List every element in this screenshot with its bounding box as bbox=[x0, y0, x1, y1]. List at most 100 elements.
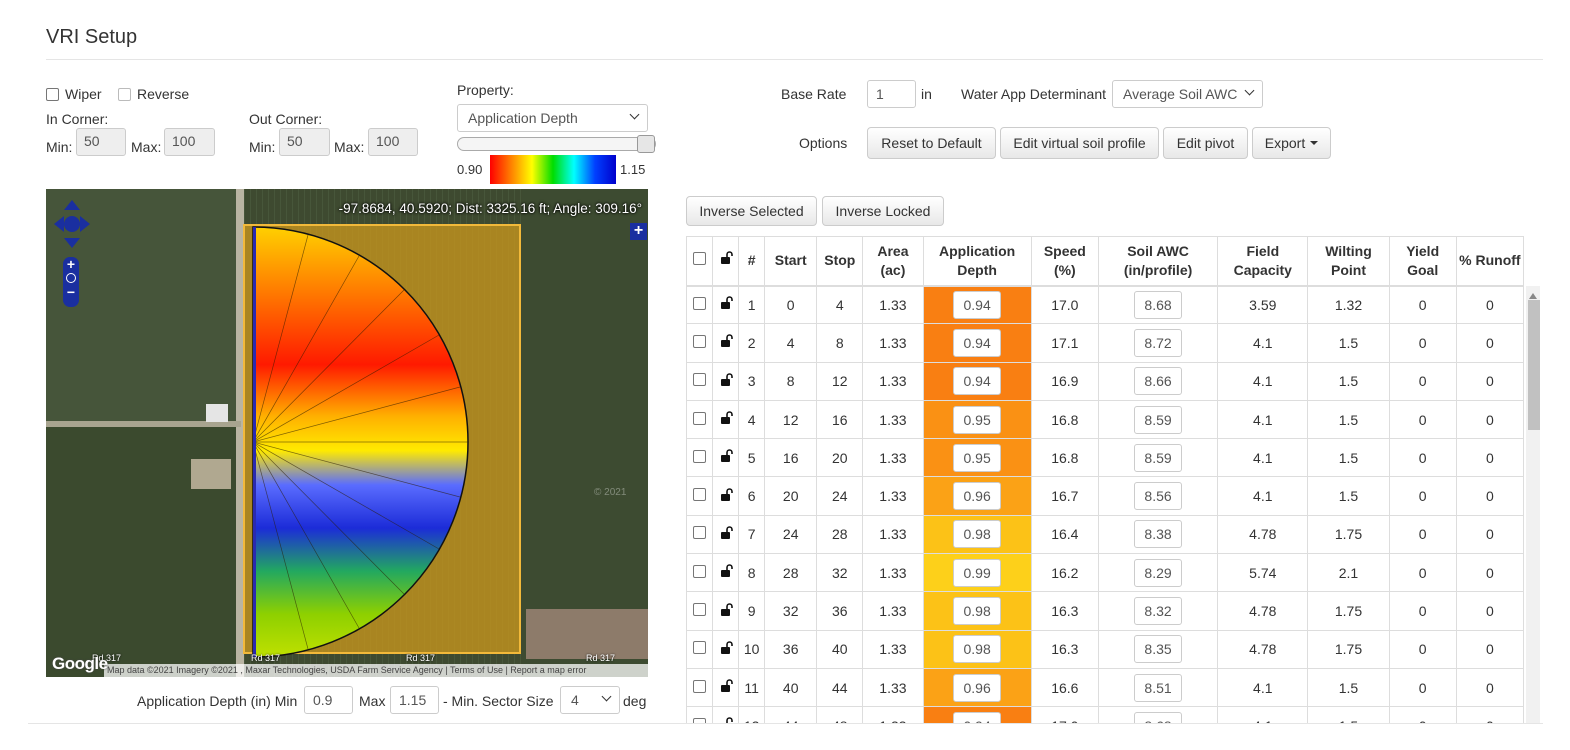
row-checkbox[interactable] bbox=[693, 373, 707, 387]
row-lock-cell[interactable] bbox=[712, 323, 740, 363]
row-select-cell[interactable] bbox=[686, 553, 714, 593]
row-lock-cell[interactable] bbox=[712, 476, 740, 516]
in-corner-max-input[interactable]: 100 bbox=[164, 128, 215, 156]
row-lock-cell[interactable] bbox=[712, 667, 740, 708]
table-row[interactable]: 1 0 4 1.33 0.94 17.0 8.68 3.59 1.32 0 0 bbox=[686, 284, 1525, 325]
map-attribution[interactable]: Map data ©2021 Imagery ©2021 , Maxar Tec… bbox=[104, 664, 648, 677]
soil-awc-input[interactable]: 8.51 bbox=[1134, 673, 1183, 702]
row-select-cell[interactable] bbox=[686, 667, 714, 708]
row-checkbox[interactable] bbox=[693, 526, 707, 540]
row-checkbox[interactable] bbox=[693, 296, 707, 310]
table-row[interactable]: 2 4 8 1.33 0.94 17.1 8.72 4.1 1.5 0 0 bbox=[686, 323, 1525, 363]
select-all-header[interactable] bbox=[686, 236, 714, 287]
water-app-select[interactable]: Average Soil AWC bbox=[1112, 80, 1263, 108]
unlock-icon[interactable] bbox=[720, 564, 733, 578]
application-depth-input[interactable]: 0.96 bbox=[953, 482, 1002, 511]
soil-awc-input[interactable]: 8.35 bbox=[1134, 635, 1183, 664]
soil-awc-input[interactable]: 8.38 bbox=[1134, 520, 1183, 549]
unlock-icon[interactable] bbox=[720, 679, 733, 693]
scroll-up-icon[interactable] bbox=[1528, 287, 1538, 299]
depth-max-input[interactable]: 1.15 bbox=[390, 686, 439, 714]
depth-min-input[interactable]: 0.9 bbox=[304, 686, 353, 714]
row-select-cell[interactable] bbox=[686, 629, 714, 669]
property-slider[interactable] bbox=[457, 135, 656, 153]
application-depth-input[interactable]: 0.94 bbox=[953, 290, 1002, 319]
map-canvas[interactable] bbox=[46, 189, 648, 677]
out-corner-min-input[interactable]: 50 bbox=[279, 128, 330, 156]
unlock-icon[interactable] bbox=[720, 526, 733, 540]
table-row[interactable]: 8 28 32 1.33 0.99 16.2 8.29 5.74 2.1 0 0 bbox=[686, 553, 1525, 593]
application-depth-input[interactable]: 0.94 bbox=[953, 367, 1002, 396]
row-checkbox[interactable] bbox=[693, 564, 707, 578]
application-depth-input[interactable]: 0.95 bbox=[953, 405, 1002, 434]
property-select[interactable]: Application Depth bbox=[457, 104, 648, 132]
pan-arrows-icon[interactable] bbox=[54, 200, 90, 250]
application-depth-input[interactable]: 0.98 bbox=[953, 520, 1002, 549]
row-checkbox[interactable] bbox=[693, 679, 707, 693]
reverse-toggle[interactable]: Reverse bbox=[118, 86, 189, 102]
row-select-cell[interactable] bbox=[686, 591, 714, 631]
unlock-icon[interactable] bbox=[720, 602, 733, 617]
row-lock-cell[interactable] bbox=[712, 438, 740, 478]
row-select-cell[interactable] bbox=[686, 476, 714, 516]
table-scrollbar-thumb[interactable] bbox=[1528, 300, 1540, 430]
soil-awc-input[interactable]: 8.66 bbox=[1134, 367, 1183, 396]
edit-pivot-button[interactable]: Edit pivot bbox=[1163, 127, 1248, 159]
row-select-cell[interactable] bbox=[686, 706, 714, 724]
row-lock-cell[interactable] bbox=[712, 284, 740, 325]
table-row[interactable]: 7 24 28 1.33 0.98 16.4 8.38 4.78 1.75 0 0 bbox=[686, 514, 1525, 555]
soil-awc-input[interactable]: 8.59 bbox=[1134, 443, 1183, 472]
soil-awc-input[interactable]: 8.29 bbox=[1134, 558, 1183, 587]
sector-size-select[interactable]: 4 bbox=[560, 686, 620, 714]
table-row[interactable]: 10 36 40 1.33 0.98 16.3 8.35 4.78 1.75 0 0 bbox=[686, 629, 1525, 669]
row-lock-cell[interactable] bbox=[712, 553, 740, 593]
unlock-icon[interactable] bbox=[720, 449, 733, 463]
export-button[interactable]: Export bbox=[1252, 127, 1331, 159]
edit-soil-profile-button[interactable]: Edit virtual soil profile bbox=[1000, 127, 1159, 159]
application-depth-input[interactable]: 0.95 bbox=[953, 443, 1002, 472]
table-row[interactable]: 5 16 20 1.33 0.95 16.8 8.59 4.1 1.5 0 0 bbox=[686, 438, 1525, 478]
inverse-selected-button[interactable]: Inverse Selected bbox=[686, 196, 817, 226]
table-row[interactable]: 6 20 24 1.33 0.96 16.7 8.56 4.1 1.5 0 0 bbox=[686, 476, 1525, 516]
unlock-icon[interactable] bbox=[720, 411, 733, 425]
globe-icon[interactable] bbox=[66, 273, 76, 283]
unlock-icon[interactable] bbox=[720, 334, 733, 348]
row-lock-cell[interactable] bbox=[712, 591, 740, 631]
slider-handle[interactable] bbox=[637, 135, 655, 153]
soil-awc-input[interactable]: 8.59 bbox=[1134, 405, 1183, 434]
application-depth-input[interactable]: 0.98 bbox=[953, 635, 1002, 664]
table-row[interactable]: 11 40 44 1.33 0.96 16.6 8.51 4.1 1.5 0 0 bbox=[686, 667, 1525, 708]
row-checkbox[interactable] bbox=[693, 334, 707, 348]
wiper-toggle[interactable]: Wiper bbox=[46, 86, 102, 102]
application-depth-input[interactable]: 0.98 bbox=[953, 597, 1002, 626]
unlock-icon[interactable] bbox=[720, 372, 733, 387]
row-select-cell[interactable] bbox=[686, 438, 714, 478]
base-rate-input[interactable]: 1 bbox=[867, 80, 916, 108]
row-checkbox[interactable] bbox=[693, 411, 707, 425]
application-depth-input[interactable]: 0.94 bbox=[953, 328, 1002, 357]
row-lock-cell[interactable] bbox=[712, 629, 740, 669]
zoom-out-icon[interactable]: − bbox=[63, 285, 79, 299]
reset-to-default-button[interactable]: Reset to Default bbox=[867, 127, 996, 159]
soil-awc-input[interactable]: 8.56 bbox=[1134, 482, 1183, 511]
select-all-checkbox[interactable] bbox=[693, 252, 707, 266]
unlock-icon[interactable] bbox=[720, 296, 733, 310]
row-select-cell[interactable] bbox=[686, 361, 714, 401]
row-select-cell[interactable] bbox=[686, 399, 714, 440]
unlock-icon[interactable] bbox=[720, 641, 733, 655]
table-row[interactable]: 4 12 16 1.33 0.95 16.8 8.59 4.1 1.5 0 0 bbox=[686, 399, 1525, 440]
row-select-cell[interactable] bbox=[686, 284, 714, 325]
wiper-checkbox[interactable] bbox=[46, 87, 59, 101]
row-checkbox[interactable] bbox=[693, 603, 707, 617]
application-depth-input[interactable]: 0.99 bbox=[953, 558, 1002, 587]
lock-header[interactable] bbox=[712, 236, 740, 287]
row-select-cell[interactable] bbox=[686, 514, 714, 555]
row-checkbox[interactable] bbox=[693, 449, 707, 463]
row-checkbox[interactable] bbox=[693, 488, 707, 502]
row-lock-cell[interactable] bbox=[712, 399, 740, 440]
table-row[interactable]: 1244481.330.9417.08.684.11.500 bbox=[686, 706, 1525, 724]
inverse-locked-button[interactable]: Inverse Locked bbox=[822, 196, 944, 226]
zoom-in-icon[interactable]: + bbox=[63, 257, 79, 271]
unlock-icon[interactable] bbox=[720, 487, 733, 502]
field-map[interactable]: -97.8684, 40.5920; Dist: 3325.16 ft; Ang… bbox=[46, 189, 648, 677]
